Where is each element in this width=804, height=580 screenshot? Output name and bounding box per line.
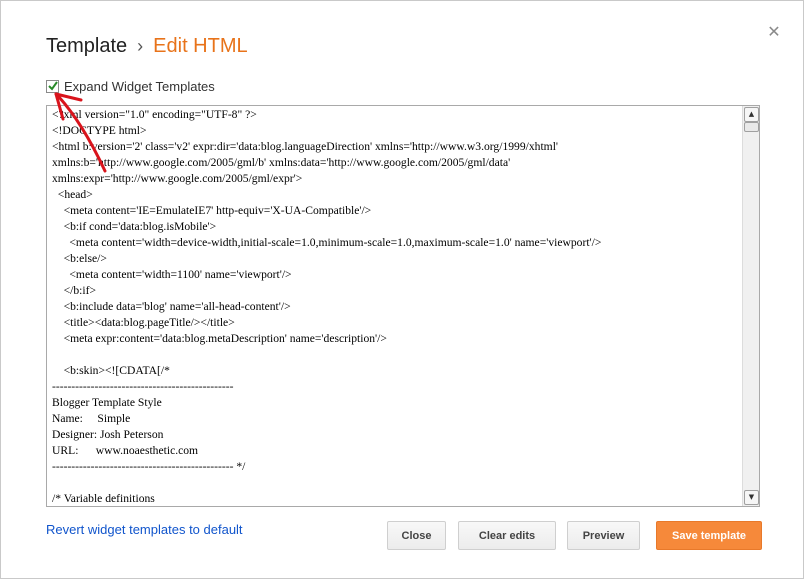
code-line: xmlns:b='http://www.google.com/2005/gml/… [52, 156, 511, 169]
expand-widget-templates-row[interactable]: Expand Widget Templates [46, 78, 215, 94]
editor-scrollbar[interactable]: ▲ ▼ [742, 106, 759, 506]
code-line: Name: Simple [52, 412, 131, 425]
breadcrumb-separator: › [137, 36, 144, 56]
code-line: <meta content='width=device-width,initia… [52, 236, 602, 249]
checkmark-icon [48, 80, 58, 91]
code-textarea[interactable]: <?xml version="1.0" encoding="UTF-8" ?> <… [52, 107, 740, 503]
save-template-button[interactable]: Save template [656, 521, 762, 550]
code-line: <b:include data='blog' name='all-head-co… [52, 300, 291, 313]
code-line: Designer: Josh Peterson [52, 428, 164, 441]
code-line: Blogger Template Style [52, 396, 162, 409]
code-line: <b:if cond='data:blog.isMobile'> [52, 220, 217, 233]
scroll-down-arrow-icon[interactable]: ▼ [744, 490, 759, 505]
code-line: URL: www.noaesthetic.com [52, 444, 199, 457]
code-line: ----------------------------------------… [52, 460, 246, 473]
code-line: <b:skin><![CDATA[/* [52, 364, 170, 377]
code-line: <?xml version="1.0" encoding="UTF-8" ?> [52, 108, 257, 121]
scroll-up-arrow-icon[interactable]: ▲ [744, 107, 759, 122]
template-code-editor[interactable]: <?xml version="1.0" encoding="UTF-8" ?> <… [46, 105, 760, 507]
code-line: <!DOCTYPE html> [52, 124, 147, 137]
title-edit-html: Edit HTML [153, 35, 248, 57]
edit-html-dialog: ✕ Template › Edit HTML Expand Widget Templ… [0, 0, 804, 579]
code-line: /* Variable definitions [52, 492, 155, 503]
code-line: <title><data:blog.pageTitle/></title> [52, 316, 235, 329]
close-button[interactable]: Close [387, 521, 446, 550]
code-line: <meta expr:content='data:blog.metaDescri… [52, 332, 387, 345]
expand-widget-templates-label: Expand Widget Templates [64, 78, 215, 94]
code-line: xmlns:expr='http://www.google.com/2005/g… [52, 172, 303, 185]
expand-widget-templates-checkbox[interactable] [46, 79, 59, 93]
code-line: ----------------------------------------… [52, 380, 234, 393]
scroll-thumb[interactable] [744, 122, 759, 132]
code-line: <b:else/> [52, 252, 107, 265]
close-icon[interactable]: ✕ [765, 23, 783, 41]
code-line: <meta content='width=1100' name='viewpor… [52, 268, 292, 281]
preview-button[interactable]: Preview [567, 521, 640, 550]
code-line: </b:if> [52, 284, 96, 297]
dialog-title: Template › Edit HTML [46, 35, 248, 58]
title-template[interactable]: Template [46, 35, 127, 57]
revert-widget-templates-link[interactable]: Revert widget templates to default [46, 522, 243, 537]
code-line: <meta content='IE=EmulateIE7' http-equiv… [52, 204, 372, 217]
code-line: <head> [52, 188, 93, 201]
clear-edits-button[interactable]: Clear edits [458, 521, 556, 550]
code-line: <html b:version='2' class='v2' expr:dir=… [52, 140, 559, 153]
